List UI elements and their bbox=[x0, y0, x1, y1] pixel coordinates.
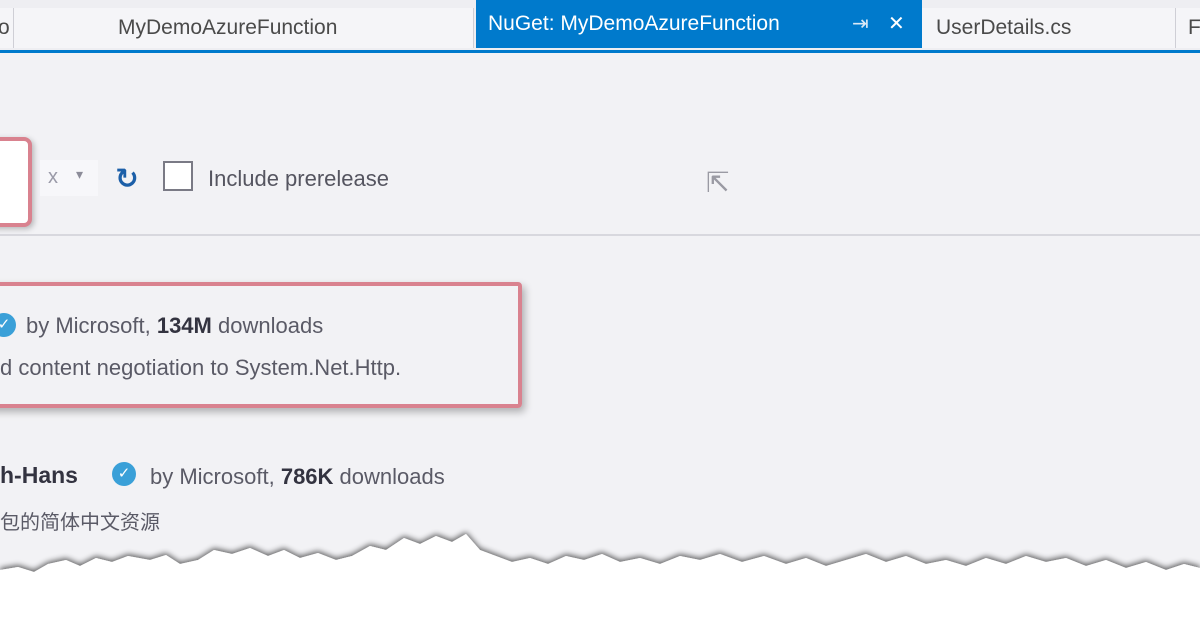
package-author: by Microsoft, bbox=[150, 464, 275, 489]
include-prerelease-label: Include prerelease bbox=[208, 166, 390, 191]
tab-label: F bbox=[1188, 16, 1200, 39]
close-icon[interactable]: ✕ bbox=[888, 0, 905, 48]
package-author: by Microsoft, bbox=[26, 313, 151, 338]
package-downloads-label: downloads bbox=[218, 313, 324, 338]
highlighted-package-row[interactable] bbox=[0, 282, 522, 408]
refresh-button[interactable]: ↻ bbox=[110, 162, 144, 196]
package-downloads-label: downloads bbox=[339, 464, 445, 489]
tab-label: MyDemoAzureFunction bbox=[118, 16, 338, 39]
toolbar-divider bbox=[0, 234, 1200, 236]
document-tab-strip: o MyDemoAzureFunction NuGet: MyDemoAzure… bbox=[0, 0, 1200, 53]
tab-label: NuGet: MyDemoAzureFunction bbox=[488, 12, 780, 35]
refresh-icon: ↻ bbox=[115, 163, 139, 194]
tab-user-details[interactable]: UserDetails.cs bbox=[922, 8, 1176, 48]
package-author-line: by Microsoft, 134M downloads bbox=[26, 313, 323, 339]
pin-icon[interactable]: ⇥ bbox=[852, 0, 869, 48]
verified-badge-icon: ✓ bbox=[112, 462, 136, 486]
nuget-package-manager: o MyDemoAzureFunction NuGet: MyDemoAzure… bbox=[0, 0, 1200, 627]
mouse-cursor-icon: ⇱ bbox=[706, 167, 730, 198]
package-description: d content negotiation to System.Net.Http… bbox=[0, 355, 402, 380]
tab-partial-right[interactable]: F bbox=[1176, 8, 1200, 48]
tab-label: UserDetails.cs bbox=[936, 16, 1072, 39]
include-prerelease-checkbox[interactable] bbox=[163, 161, 193, 191]
chevron-down-icon: ▾ bbox=[76, 166, 84, 182]
package-download-count: 134M bbox=[156, 313, 212, 338]
package-name[interactable]: h-Hans bbox=[0, 462, 78, 489]
search-input[interactable] bbox=[0, 137, 32, 227]
dropdown-value: x bbox=[48, 166, 58, 188]
package-download-count: 786K bbox=[280, 464, 334, 489]
tab-partial-left[interactable]: o bbox=[0, 8, 14, 48]
package-source-dropdown[interactable]: x ▾ bbox=[40, 160, 98, 196]
package-author-line: by Microsoft, 786K downloads bbox=[150, 464, 445, 490]
tab-project[interactable]: MyDemoAzureFunction bbox=[14, 8, 474, 48]
torn-paper-edge bbox=[0, 534, 1200, 627]
tab-label: o bbox=[0, 16, 10, 39]
tab-nuget-active[interactable]: NuGet: MyDemoAzureFunction ⇥ ✕ bbox=[476, 0, 922, 48]
